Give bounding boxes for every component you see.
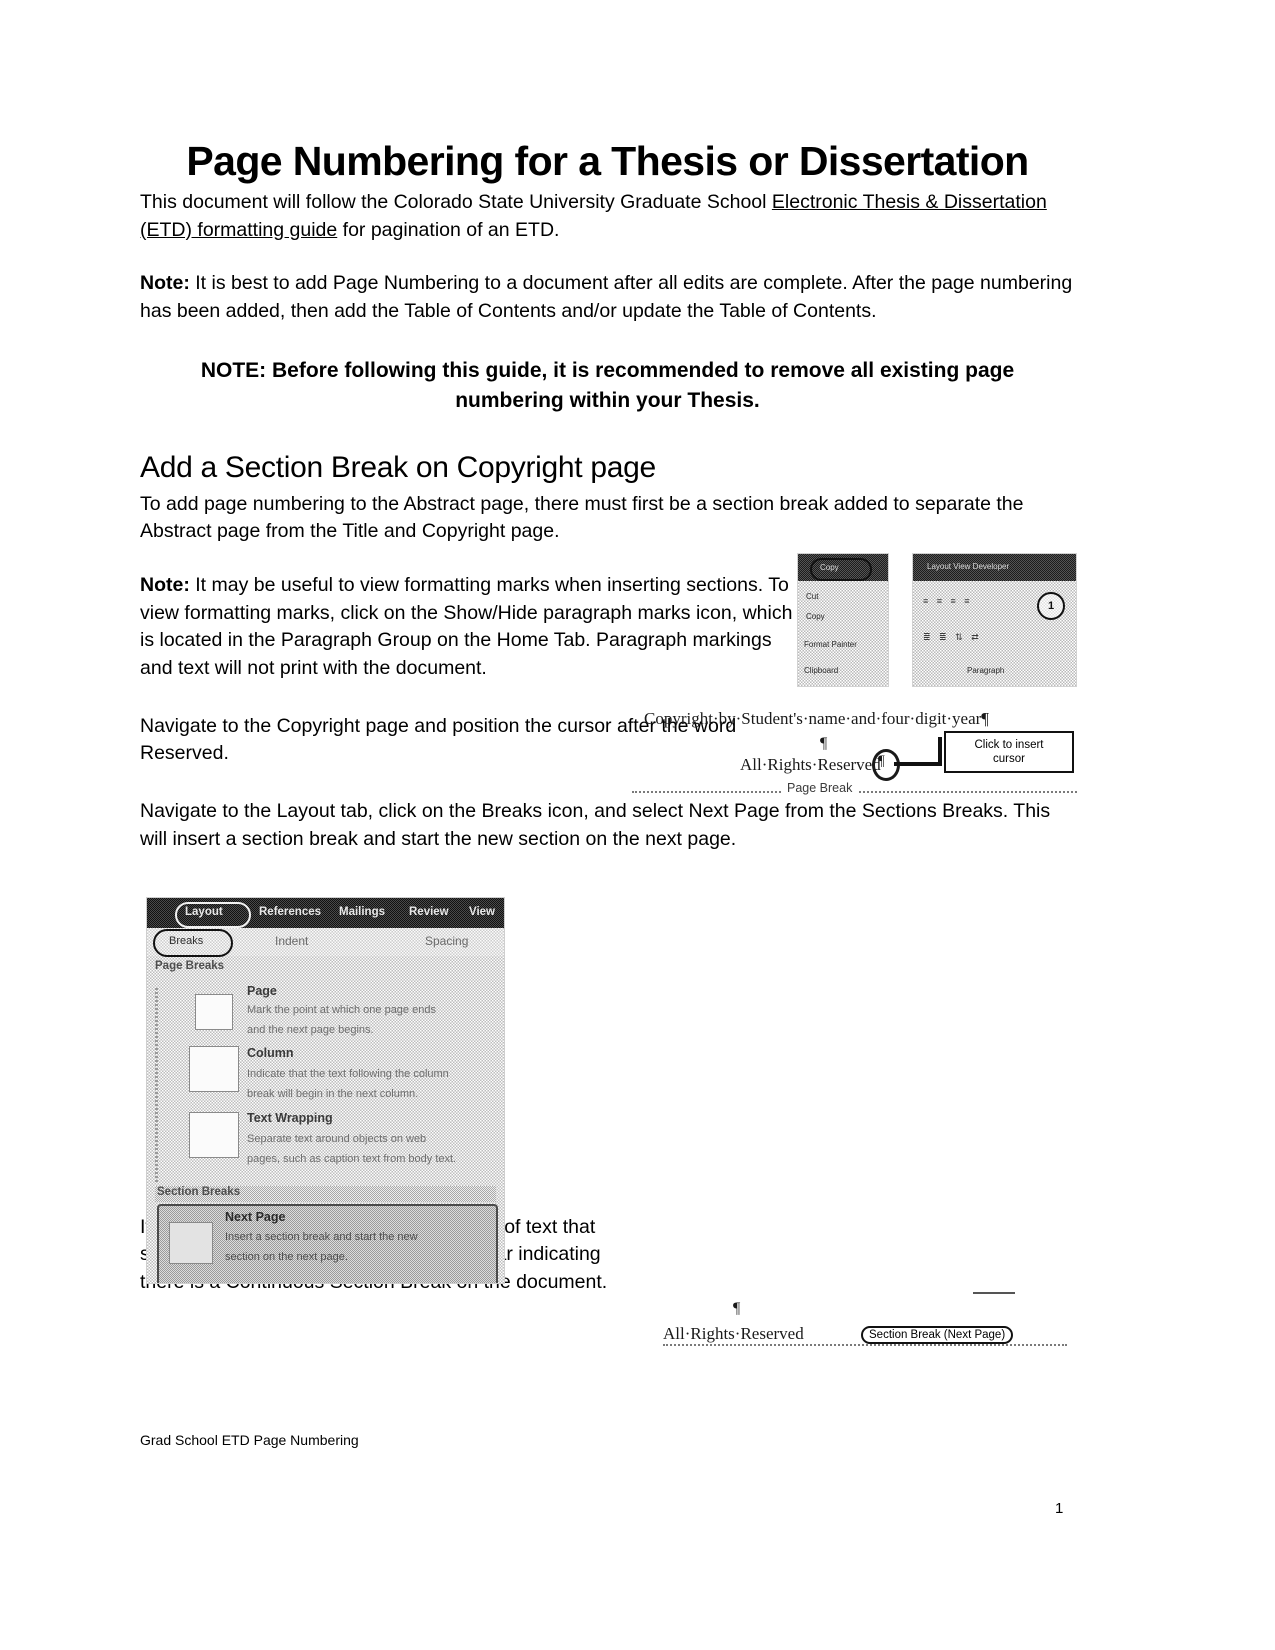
menu-item-column-title[interactable]: Column — [247, 1046, 294, 1060]
click-to-insert-cursor-callout: Click to insert cursor — [944, 731, 1074, 773]
menu-item-next-page-desc-1: Insert a section break and start the new — [225, 1231, 418, 1243]
menu-item-textwrapping-desc-2: pages, such as caption text from body te… — [247, 1153, 457, 1165]
menu-item-page-desc-2: and the next page begins. — [247, 1024, 374, 1036]
menu-item-page-desc-1: Mark the point at which one page ends — [247, 1004, 436, 1016]
page-number: 1 — [1055, 1500, 1064, 1517]
section-breaks-header: Section Breaks — [157, 1186, 241, 1198]
clipboard-group-label: Clipboard — [804, 666, 839, 675]
note-paragraph-2: Note: It may be useful to view formattin… — [140, 572, 795, 683]
note-paragraph-1: Note: It is best to add Page Numbering t… — [140, 270, 1075, 325]
menu-item-textwrapping-desc-1: Separate text around objects on web — [247, 1133, 427, 1145]
note-text-1: It is best to add Page Numbering to a do… — [140, 272, 1073, 323]
note-text-2: It may be useful to view formatting mark… — [140, 574, 793, 680]
copyright-line: Copyright·by·Student's·name·and·four·dig… — [644, 709, 990, 728]
section-break-dotted-rule — [663, 1344, 1067, 1346]
callout-arrow-vertical — [938, 737, 942, 765]
text-wrapping-break-icon[interactable] — [189, 1112, 239, 1158]
section-break-pilcrow: ¶ — [733, 1300, 741, 1317]
figure-copyright-page-cursor: Copyright·by·Student's·name·and·four·dig… — [632, 703, 1077, 798]
section-paragraph-1: To add page numbering to the Abstract pa… — [140, 492, 1024, 543]
callout-line-1: Click to insert — [974, 739, 1044, 751]
paragraph-spacing-icons[interactable]: ≣ ≣ ⇅ ⇄ — [923, 632, 982, 643]
indent-group-label: Indent — [275, 934, 309, 948]
ribbon-tab-mailings[interactable]: Mailings — [339, 906, 385, 918]
footer-note: Grad School ETD Page Numbering — [140, 1432, 359, 1448]
menu-item-next-page-title[interactable]: Next Page — [225, 1210, 285, 1224]
menu-scroll-rail[interactable] — [155, 988, 158, 1183]
ribbon-tab-references[interactable]: References — [259, 906, 321, 918]
note-emphasis: NOTE: Before following this guide, it is… — [200, 358, 1015, 413]
ribbon-tab-review[interactable]: Review — [409, 906, 449, 918]
section-heading-add-section-break: Add a Section Break on Copyright page — [140, 450, 656, 484]
ribbon-tab-layout[interactable]: Layout — [185, 906, 223, 918]
page-breaks-header: Page Breaks — [155, 960, 225, 972]
cursor-paragraph-mark: ¶ — [878, 753, 885, 769]
page-title: Page Numbering for a Thesis or Dissertat… — [186, 138, 1029, 184]
copy-button-label: Copy — [820, 563, 839, 572]
page-break-icon[interactable] — [195, 994, 233, 1030]
section-paragraph-3: Navigate to the Layout tab, click on the… — [140, 800, 1051, 850]
menu-item-page-title[interactable]: Page — [247, 984, 277, 998]
column-break-icon[interactable] — [189, 1046, 239, 1092]
top-dash-rule — [973, 1292, 1015, 1294]
menu-item-column-desc-1: Indicate that the text following the col… — [247, 1068, 449, 1080]
intro-paragraph: This document will follow the Colorado S… — [140, 189, 1075, 244]
callout-arrow-horizontal — [894, 762, 942, 766]
callout-line-2: cursor — [993, 753, 1025, 766]
intro-tail-text: for pagination of an ETD. — [337, 218, 560, 241]
section-break-next-page-marker: Section Break (Next Page) — [861, 1326, 1014, 1344]
figure-home-tab-show-hide: Copy Cut Copy Format Painter Clipboard L… — [797, 553, 1077, 687]
paragraph-group-label: Paragraph — [967, 666, 1005, 675]
spacing-group-label: Spacing — [425, 934, 469, 948]
figure-layout-breaks-menu: Layout References Mailings Review View B… — [146, 897, 505, 1284]
copy-menu-item[interactable]: Copy — [806, 612, 825, 621]
show-hide-badge: 1 — [1047, 600, 1055, 612]
clipboard-group-panel: Copy Cut Copy Format Painter Clipboard — [797, 553, 889, 687]
format-painter-menu-item[interactable]: Format Painter — [804, 640, 857, 649]
menu-item-next-page-desc-2: section on the next page. — [225, 1251, 348, 1263]
page-break-label: Page Break — [782, 781, 858, 795]
empty-paragraph-mark: ¶ — [820, 735, 828, 752]
intro-lead-text: This document will follow the Colorado S… — [140, 191, 772, 214]
breaks-button-label[interactable]: Breaks — [169, 935, 203, 947]
ribbon-tab-view[interactable]: View — [469, 906, 495, 918]
note-label-2: Note: — [140, 574, 190, 597]
note-label-1: Note: — [140, 272, 190, 295]
figure-section-break-marker: ¶ All·Rights·Reserved Section Break (Nex… — [655, 1292, 1075, 1375]
all-rights-reserved-line: All·Rights·Reserved — [740, 755, 881, 774]
ribbon-tab-labels[interactable]: Layout View Developer — [927, 562, 1009, 571]
document-page: Page Numbering for a Thesis or Dissertat… — [0, 0, 1275, 1650]
cut-menu-item[interactable]: Cut — [806, 592, 818, 601]
paragraph-align-icons[interactable]: ≡ ≡ ≡ ≡ — [923, 596, 973, 606]
menu-item-textwrapping-title[interactable]: Text Wrapping — [247, 1111, 333, 1125]
paragraph-group-panel: Layout View Developer ≡ ≡ ≡ ≡ ≣ ≣ ⇅ ⇄ 1 … — [912, 553, 1077, 687]
show-hide-paragraph-marks-icon[interactable]: 1 — [1037, 592, 1065, 620]
next-page-break-icon[interactable] — [169, 1222, 213, 1264]
section-break-left-text: All·Rights·Reserved — [663, 1324, 804, 1343]
menu-item-column-desc-2: break will begin in the next column. — [247, 1088, 419, 1100]
